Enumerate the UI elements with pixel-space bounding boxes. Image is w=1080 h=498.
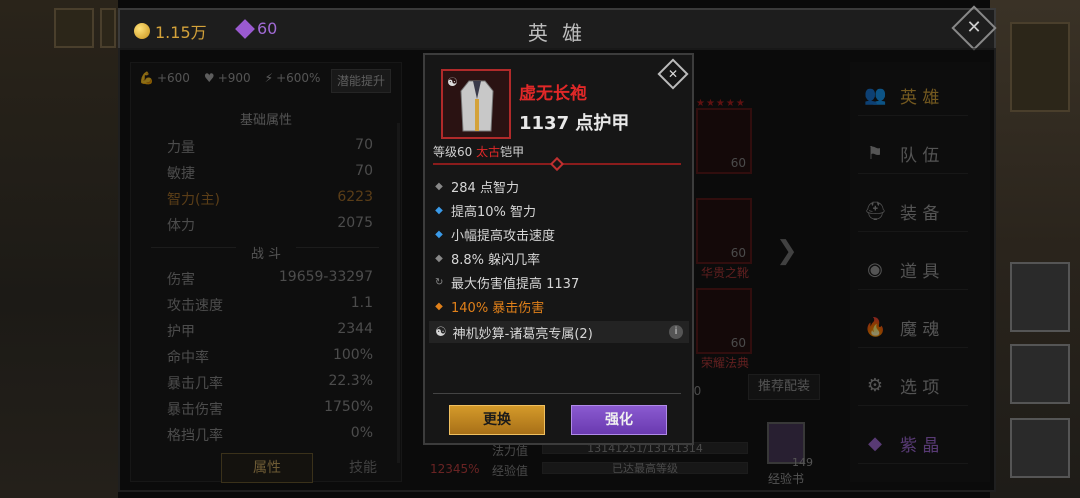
affix-row: ↻ 最大伤害值提高 1137 [435, 276, 580, 292]
item-detail-popup: ☯ 虚无长袍 1137 点护甲 ✕ 等级60 太古铠甲 ◆ 284 点智力 ◆ 提高… [423, 53, 694, 445]
popup-close-button[interactable]: ✕ [657, 58, 689, 90]
skill-tile [54, 8, 94, 48]
map-tile [1010, 22, 1070, 112]
window-title: 英 雄 [527, 21, 587, 45]
close-icon: ✕ [966, 17, 982, 38]
background-left [0, 0, 118, 498]
item-icon: ☯ [441, 69, 511, 139]
side-button[interactable] [1010, 344, 1070, 404]
yin-yang-icon: ☯ [435, 324, 447, 340]
divider-diamond-icon [549, 156, 565, 172]
diamond-bullet-icon: ◆ [435, 252, 443, 264]
diamond-bullet-icon: ◆ [435, 180, 443, 192]
item-level-line: 等级60 太古铠甲 [433, 145, 525, 159]
robe-icon [460, 80, 494, 132]
affix-row: ◆ 8.8% 躲闪几率 [435, 252, 541, 268]
item-armor: 1137 点护甲 [519, 113, 630, 134]
background-right [990, 0, 1080, 498]
set-name: 神机妙算-诸葛亮专属(2) [452, 326, 593, 342]
diamond-bullet-icon: ◆ [435, 228, 443, 240]
diamond-bullet-icon: ◆ [435, 300, 443, 312]
enhance-button[interactable]: 强化 [571, 405, 667, 435]
close-icon: ✕ [667, 67, 679, 81]
item-type: 铠甲 [500, 145, 525, 159]
popup-divider [433, 393, 681, 394]
diamond-bullet-icon: ◆ [435, 204, 443, 216]
affix-row: ◆ 提高10% 智力 [435, 204, 537, 220]
affix-row: ◆ 140% 暴击伤害 [435, 300, 545, 316]
side-button[interactable] [1010, 262, 1070, 332]
title-bar: 1.15万 60 英 雄 ✕ [120, 5, 997, 51]
side-button[interactable] [1010, 418, 1070, 478]
set-bonus-row[interactable]: ☯ 神机妙算-诸葛亮专属(2) i [429, 321, 689, 343]
info-icon[interactable]: i [669, 325, 683, 339]
affix-row: ◆ 小幅提高攻击速度 [435, 228, 556, 244]
replace-button[interactable]: 更换 [449, 405, 545, 435]
item-name: 虚无长袍 [519, 84, 587, 104]
reroll-icon: ↻ [435, 276, 444, 288]
affix-row: ◆ 284 点智力 [435, 180, 519, 196]
skill-tile [100, 8, 116, 48]
item-tier: 太古 [476, 145, 501, 159]
